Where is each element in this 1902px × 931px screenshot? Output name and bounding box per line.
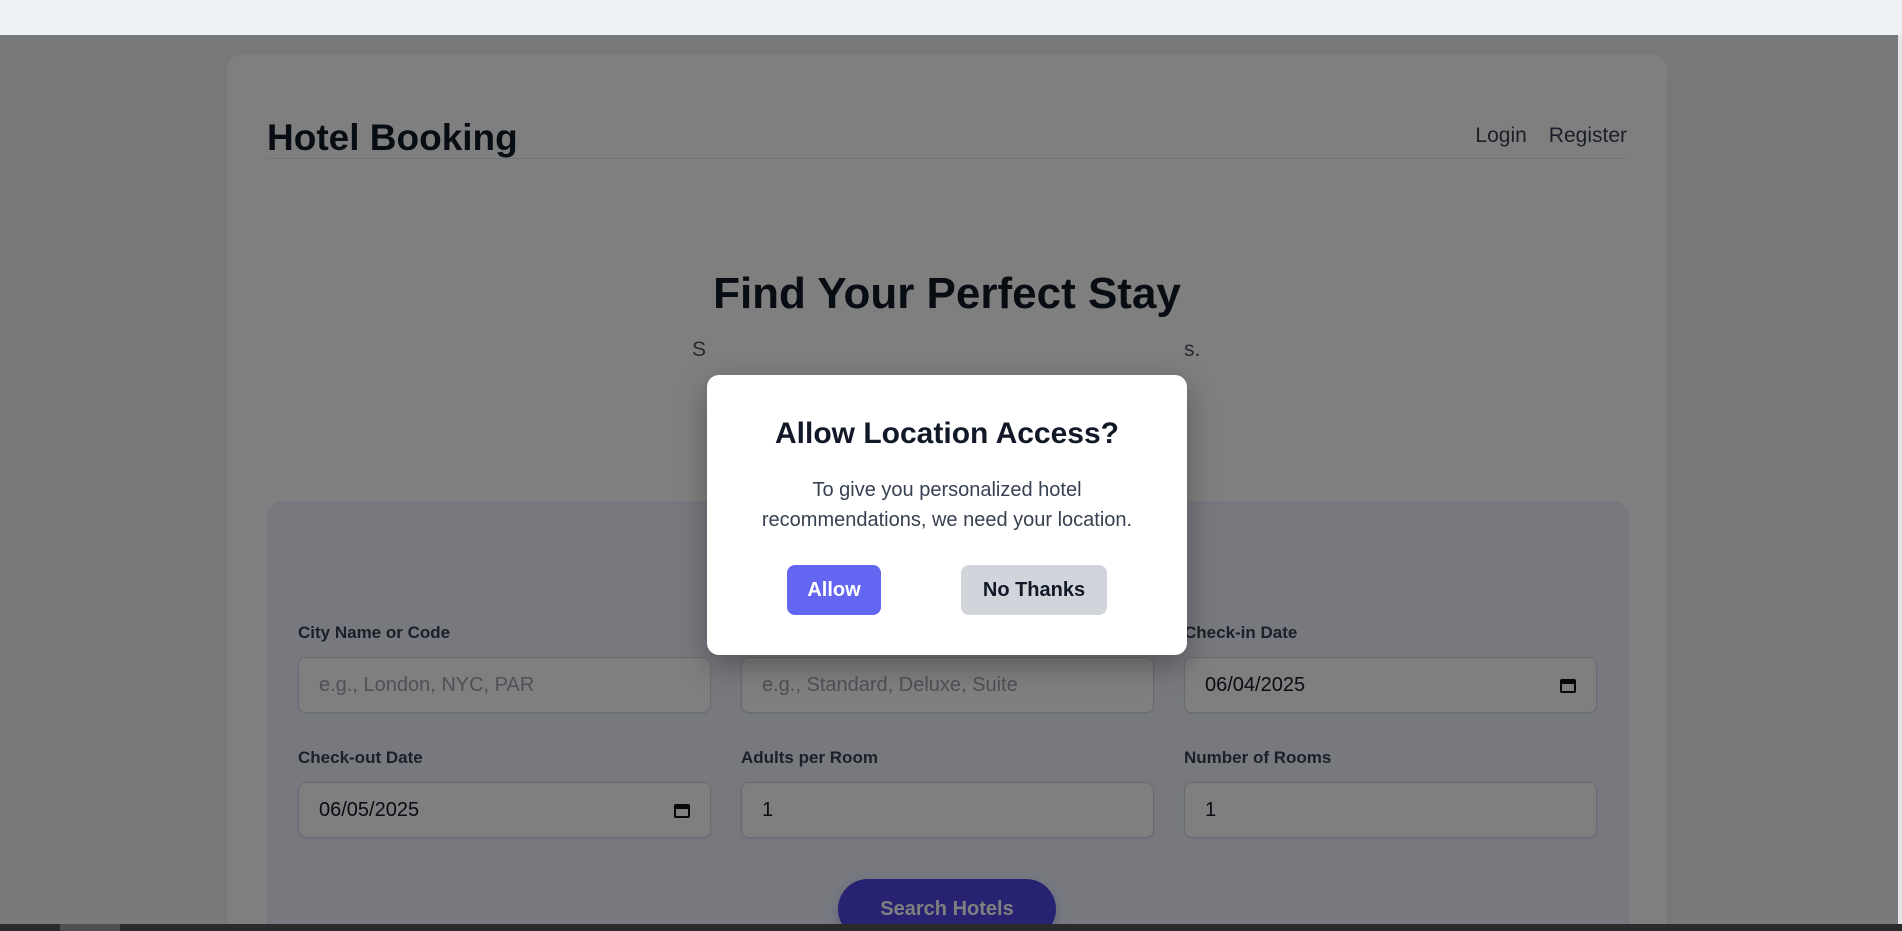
dialog-message: To give you personalized hotel recommend… [761,479,1133,531]
location-permission-dialog: Allow Location Access? To give you perso… [707,375,1187,655]
scrollbar[interactable] [1898,35,1902,924]
browser-chrome [0,0,1902,35]
taskbar [0,924,1902,931]
page: Hotel Booking Login Register Find Your P… [0,35,1898,924]
taskbar-active-item[interactable] [60,924,120,931]
allow-button[interactable]: Allow [787,565,881,615]
no-thanks-button[interactable]: No Thanks [961,565,1107,615]
dialog-title: Allow Location Access? [775,417,1119,450]
